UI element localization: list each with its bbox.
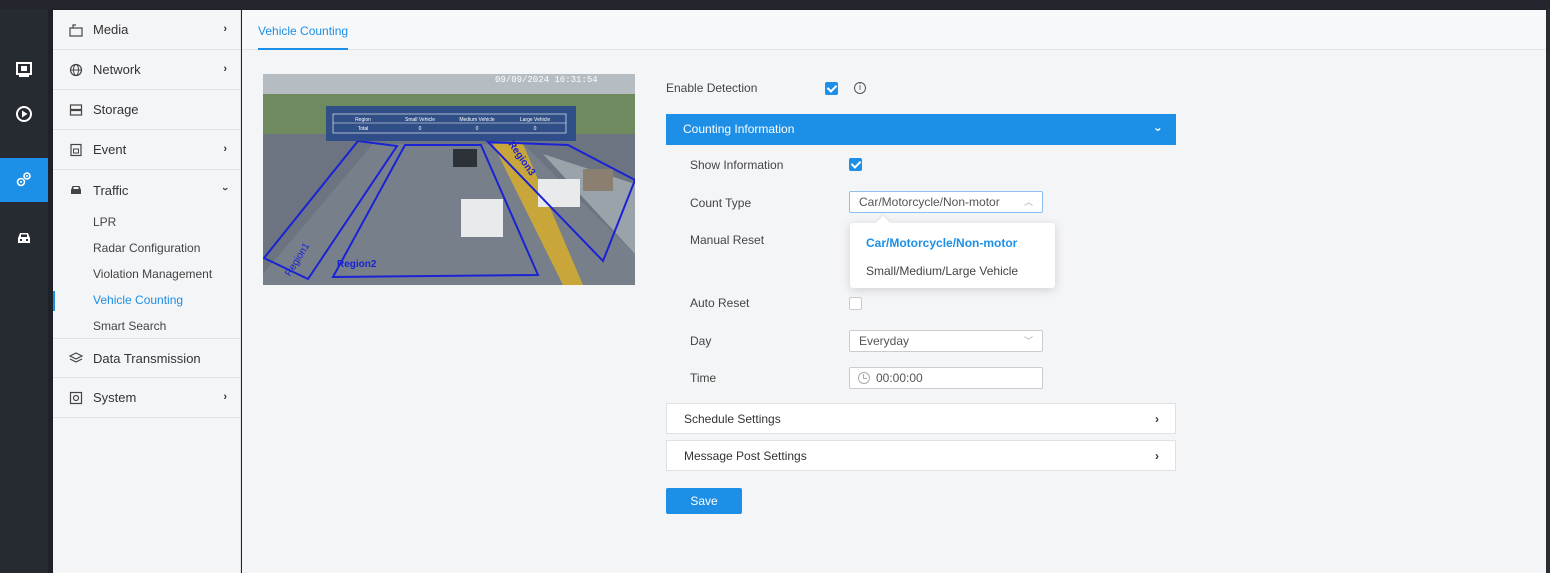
auto-reset-label: Auto Reset — [690, 296, 750, 310]
monitor-icon — [15, 61, 33, 82]
schedule-settings-panel[interactable]: Schedule Settings › — [666, 403, 1176, 434]
system-icon — [69, 391, 83, 405]
day-select[interactable]: Everyday ﹀ — [849, 330, 1043, 352]
tab-bar: Vehicle Counting — [242, 10, 1546, 50]
overlay-cell-small: 0 — [419, 126, 422, 132]
counting-information-title: Counting Information — [683, 122, 795, 136]
count-type-option-car[interactable]: Car/Motorcycle/Non-motor — [866, 236, 1017, 250]
settings-rail-button[interactable] — [0, 158, 48, 202]
camera-preview: Region1 Region2 Region3 09/09/2024 16:31… — [263, 74, 635, 285]
chevron-down-icon: ﹀ — [1023, 336, 1033, 346]
message-post-settings-title: Message Post Settings — [684, 449, 807, 463]
nav-sub-smart-search[interactable]: Smart Search — [53, 313, 241, 339]
nav-system-label: System — [93, 390, 137, 405]
storage-icon — [69, 103, 83, 117]
day-value: Everyday — [859, 334, 910, 348]
chevron-down-icon: › — [1151, 127, 1166, 132]
counting-information-panel[interactable]: Counting Information › — [666, 114, 1176, 145]
chevron-up-icon: ︿ — [1023, 197, 1033, 207]
globe-icon — [69, 63, 83, 77]
play-circle-icon — [15, 105, 33, 126]
time-value: 00:00:00 — [876, 371, 923, 385]
car-icon — [69, 183, 83, 197]
count-type-label: Count Type — [690, 196, 752, 210]
overlay-header-medium: Medium Vehicle — [459, 117, 495, 123]
top-bar — [0, 0, 1550, 9]
show-information-label: Show Information — [690, 158, 784, 172]
show-information-checkbox[interactable] — [849, 158, 862, 171]
message-post-settings-panel[interactable]: Message Post Settings › — [666, 440, 1176, 471]
tab-vehicle-counting[interactable]: Vehicle Counting — [258, 24, 349, 50]
nav-sub-radar-configuration[interactable]: Radar Configuration — [53, 235, 241, 261]
main-content: Vehicle Counting Region1 Region2 Region3… — [242, 10, 1546, 573]
gears-icon — [15, 170, 33, 191]
time-input[interactable]: 00:00:00 — [849, 367, 1043, 389]
nav-system[interactable]: System › — [53, 378, 241, 418]
nav-data-transmission[interactable]: Data Transmission — [53, 338, 241, 378]
nav-event[interactable]: Event › — [53, 130, 241, 170]
layers-icon — [69, 351, 83, 365]
clock-icon — [858, 372, 870, 384]
car-icon — [15, 229, 33, 250]
chevron-down-icon: › — [219, 187, 232, 191]
count-type-select[interactable]: Car/Motorcycle/Non-motor ︿ — [849, 191, 1043, 213]
nav-data-transmission-label: Data Transmission — [93, 350, 201, 366]
overlay-cell-total: Total — [358, 126, 369, 132]
nav-traffic[interactable]: Traffic › — [53, 170, 241, 210]
nav-media[interactable]: Media › — [53, 10, 241, 50]
count-type-dropdown: Car/Motorcycle/Non-motor Small/Medium/La… — [850, 223, 1055, 288]
nav-network[interactable]: Network › — [53, 50, 241, 90]
count-type-value: Car/Motorcycle/Non-motor — [859, 195, 1000, 209]
nav-storage[interactable]: Storage — [53, 90, 241, 130]
info-icon[interactable]: i — [854, 82, 866, 94]
nav-network-label: Network — [93, 62, 141, 77]
playback-rail-button[interactable] — [0, 93, 48, 137]
preview-timestamp: 09/09/2024 16:31:54 — [495, 75, 598, 85]
manual-reset-label: Manual Reset — [690, 233, 765, 247]
live-view-rail-button[interactable] — [0, 49, 48, 93]
nav-sub-violation-management[interactable]: Violation Management — [53, 261, 241, 287]
nav-sub-vehicle-counting[interactable]: Vehicle Counting — [53, 287, 241, 313]
traffic-rail-button[interactable] — [0, 217, 48, 261]
overlay-cell-large: 0 — [534, 126, 537, 132]
nav-traffic-label: Traffic — [93, 182, 129, 198]
chevron-right-icon: › — [1155, 449, 1159, 463]
region2-label: Region2 — [337, 259, 377, 270]
auto-reset-checkbox[interactable] — [849, 297, 862, 310]
enable-detection-checkbox[interactable] — [825, 82, 838, 95]
event-icon — [69, 143, 83, 157]
time-label: Time — [690, 371, 717, 385]
day-label: Day — [690, 334, 712, 348]
media-icon — [69, 23, 83, 37]
overlay-cell-medium: 0 — [476, 126, 479, 132]
chevron-right-icon: › — [223, 63, 227, 75]
nav-sub-lpr[interactable]: LPR — [53, 209, 241, 235]
schedule-settings-title: Schedule Settings — [684, 412, 781, 426]
window-edge — [1546, 9, 1550, 573]
nav-event-label: Event — [93, 142, 127, 157]
count-type-option-vehicle-size[interactable]: Small/Medium/Large Vehicle — [866, 264, 1018, 278]
chevron-right-icon: › — [223, 23, 227, 35]
settings-nav: Media › Network › Storage Event › Traffi… — [53, 10, 241, 573]
nav-storage-label: Storage — [93, 102, 139, 117]
overlay-header-region: Region — [355, 117, 371, 123]
chevron-right-icon: › — [1155, 412, 1159, 426]
nav-media-label: Media — [93, 22, 129, 37]
overlay-header-large: Large Vehicle — [520, 117, 551, 123]
chevron-right-icon: › — [223, 143, 227, 155]
chevron-right-icon: › — [223, 391, 227, 403]
enable-detection-label: Enable Detection — [666, 81, 758, 95]
icon-rail — [0, 9, 48, 573]
save-button[interactable]: Save — [666, 488, 742, 514]
overlay-header-small: Small Vehicle — [405, 117, 435, 123]
